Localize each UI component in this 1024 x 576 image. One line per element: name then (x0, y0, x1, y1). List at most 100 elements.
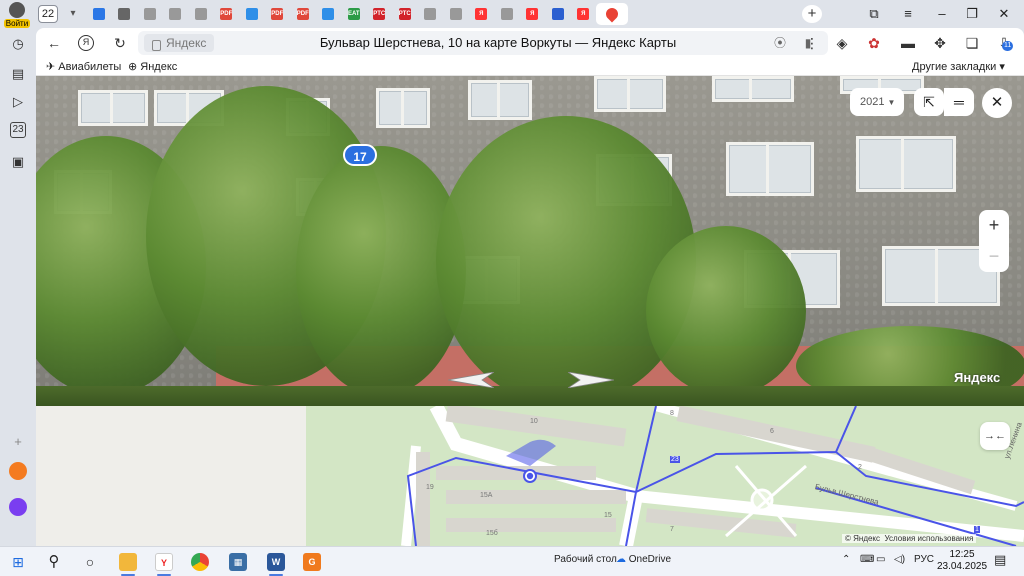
collections-icon[interactable]: ⧉ (864, 4, 884, 24)
start-windows-icon[interactable]: ⊞ (8, 552, 28, 572)
calculator-icon[interactable]: ▦ (228, 552, 248, 572)
nav-arrow-right-icon[interactable] (568, 372, 614, 388)
browser-toolbar: ← Я ↻ Яндекс Бульвар Шерстнева, 10 на ка… (36, 28, 1024, 58)
login-label: Войти (4, 19, 30, 28)
browser-tab[interactable] (163, 3, 189, 25)
expand-map-button[interactable]: →← (980, 422, 1010, 450)
building-window (376, 88, 430, 128)
word-icon[interactable]: W (266, 552, 286, 576)
tab-count-badge[interactable]: 22 (38, 5, 58, 23)
file-explorer-icon[interactable] (118, 552, 138, 576)
shield-icon[interactable]: ◈ (832, 33, 852, 53)
browser-tab[interactable]: РТС (367, 3, 393, 25)
tray-expand-icon[interactable]: ⌃ (842, 554, 850, 565)
nav-arrow-left-icon[interactable] (448, 372, 494, 388)
other-bookmarks-button[interactable]: Другие закладки ▾ (912, 59, 1005, 75)
browser-tab[interactable]: PDF (290, 3, 316, 25)
close-window-button[interactable]: ✕ (994, 4, 1014, 24)
history-icon[interactable]: ◷ (8, 34, 28, 54)
onedrive-button[interactable]: ☁ OneDrive (616, 554, 671, 565)
zoom-in-button[interactable]: + (979, 210, 1009, 241)
gallery-icon[interactable]: ❏ (962, 33, 982, 53)
browser-tab[interactable] (596, 3, 628, 25)
zoom-out-button[interactable]: − (979, 241, 1009, 272)
volume-icon[interactable]: ◁) (894, 554, 905, 565)
search-icon[interactable]: ⚲ (44, 552, 64, 572)
more-vertical-icon[interactable]: ⋮ (802, 33, 822, 53)
puzzle-icon[interactable]: ✥ (930, 33, 950, 53)
reload-button[interactable]: ↻ (110, 33, 130, 53)
browser-tab[interactable]: Я (520, 3, 546, 25)
lavka-icon[interactable] (9, 462, 27, 480)
clock[interactable]: 12:25 23.04.2025 (932, 549, 992, 573)
terms-link[interactable]: Условия использования (884, 534, 973, 543)
browser-tab[interactable] (545, 3, 571, 25)
browser-tab[interactable] (112, 3, 138, 25)
chrome-icon[interactable] (190, 552, 210, 572)
bookmark-aviabilety[interactable]: ✈ Авиабилеты (46, 59, 121, 75)
address-host[interactable]: Яндекс (144, 34, 215, 52)
clock-time: 12:25 (949, 549, 975, 560)
downloads-icon[interactable]: ⇩ 11 (994, 33, 1014, 53)
browser-tab[interactable] (239, 3, 265, 25)
notifications-icon[interactable]: ▤ (994, 552, 1006, 568)
add-panel-icon[interactable]: + (8, 432, 28, 452)
pdf-icon: PDF (271, 8, 284, 20)
house-number-marker[interactable]: 17 (343, 144, 377, 166)
windows-taskbar: ⊞ ⚲ ○ Y ▦ W G Рабочий стол ☁ OneDrive ⌃ … (0, 546, 1024, 576)
browser-tab[interactable]: Я (571, 3, 597, 25)
menu-icon[interactable]: ≡ (898, 4, 918, 24)
bookmark-yandex[interactable]: ⊕ Яндекс (128, 59, 177, 75)
browser-tab[interactable] (137, 3, 163, 25)
clock-date: 23.04.2025 (936, 561, 988, 572)
close-panorama-button[interactable]: ✕ (982, 88, 1012, 118)
app-orange-icon[interactable]: G (302, 552, 322, 572)
location-icon[interactable]: ⦿ (770, 33, 790, 53)
network-icon[interactable]: ▭ (876, 554, 885, 565)
bookmark-ribbon-icon[interactable]: ▬ (898, 33, 918, 53)
year-select[interactable]: 2021 ▼ (850, 88, 904, 116)
browser-tab[interactable]: Я (469, 3, 495, 25)
new-tab-button[interactable]: + (802, 5, 822, 23)
address-bar[interactable]: Яндекс Бульвар Шерстнева, 10 на карте Во… (138, 31, 828, 55)
maps-pin-icon (603, 5, 621, 23)
building-window (594, 76, 666, 112)
map-house-label: 19 (426, 484, 434, 491)
screenshot-icon[interactable]: ▣ (8, 152, 28, 172)
task-view-icon[interactable]: ○ (80, 552, 100, 572)
browser-tab[interactable]: EAT (341, 3, 367, 25)
login-button[interactable]: Войти (4, 2, 30, 28)
cloud-icon (92, 8, 105, 20)
open-external-icon[interactable]: ⇱ (914, 88, 944, 116)
browser-tab[interactable] (86, 3, 112, 25)
map-house-label: 23 (670, 456, 680, 463)
back-button[interactable]: ← (44, 33, 64, 53)
desktop-label[interactable]: Рабочий стол (554, 554, 617, 565)
browser-tab[interactable]: РТС (392, 3, 418, 25)
minimize-button[interactable]: – (932, 4, 952, 24)
alice-icon[interactable] (9, 498, 27, 516)
browser-tab[interactable] (316, 3, 342, 25)
browser-tab[interactable]: PDF (214, 3, 240, 25)
notes-icon[interactable]: ▤ (8, 64, 28, 84)
browser-tab[interactable] (418, 3, 444, 25)
page-icon (169, 8, 182, 20)
browser-tab[interactable] (188, 3, 214, 25)
browser-tab[interactable]: PDF (265, 3, 291, 25)
lock-icon (152, 40, 161, 51)
extension-profile-icon[interactable]: ✿ (864, 33, 884, 53)
map-house-label: 1 (974, 526, 980, 533)
menu-icon[interactable]: ═ (944, 88, 974, 116)
yandex-logo-icon[interactable]: Я (78, 35, 94, 51)
avatar (9, 2, 25, 18)
yandex-browser-icon[interactable]: Y (154, 552, 174, 576)
street-panorama[interactable]: 17 2021 ▼ ⇱ ═ ✕ + − Яндекс (36, 76, 1024, 406)
play-icon[interactable]: ▷ (8, 92, 28, 112)
mini-map[interactable]: 10 8 6 2 19 15А 15 15б 7 23 1 Бульв.Шерс… (36, 406, 1024, 546)
browser-tab[interactable] (443, 3, 469, 25)
chevron-down-icon[interactable]: ▾ (64, 5, 82, 23)
browser-tab[interactable] (494, 3, 520, 25)
calendar-icon[interactable]: 23 (10, 122, 26, 138)
restore-button[interactable]: ❐ (962, 4, 982, 24)
network-icon[interactable]: ⌨ (860, 554, 874, 565)
